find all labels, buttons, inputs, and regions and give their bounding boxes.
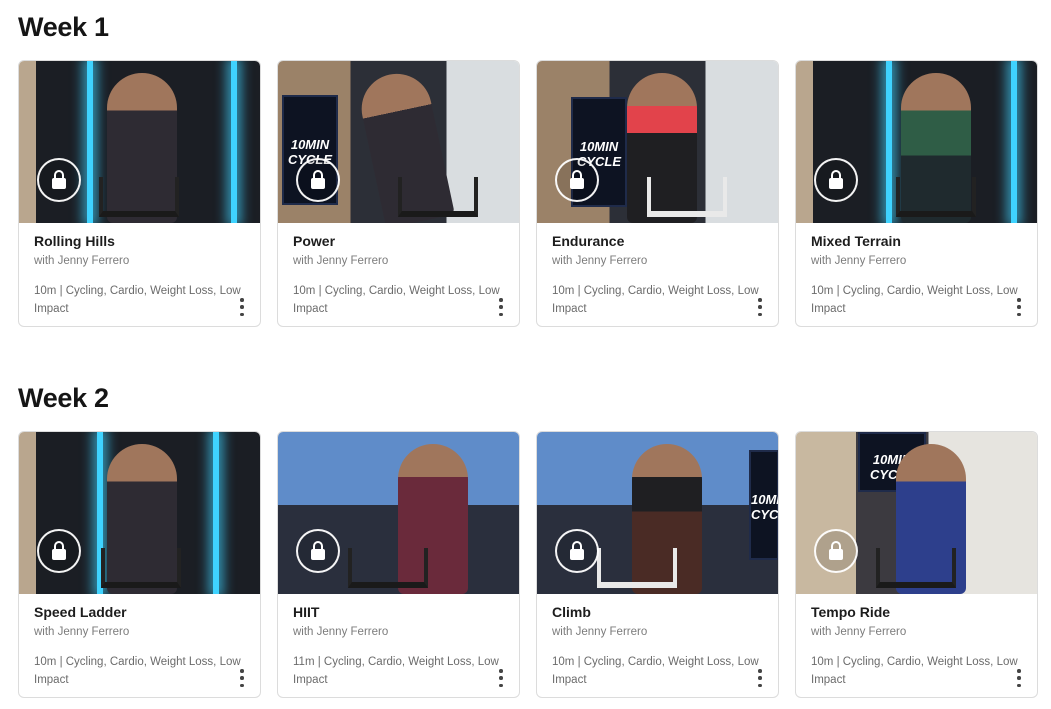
more-vertical-icon[interactable] — [238, 669, 246, 687]
workout-card[interactable]: Speed Ladder with Jenny Ferrero 10m | Cy… — [18, 431, 261, 698]
workout-card-row: Speed Ladder with Jenny Ferrero 10m | Cy… — [18, 431, 1038, 698]
workout-thumbnail[interactable] — [19, 432, 260, 594]
workout-title: Mixed Terrain — [811, 233, 901, 249]
workout-meta: 10m | Cycling, Cardio, Weight Loss, Low … — [34, 656, 241, 686]
workout-title: Climb — [552, 604, 591, 620]
workout-thumbnail[interactable] — [19, 61, 260, 223]
more-vertical-icon[interactable] — [238, 298, 246, 316]
workout-card[interactable]: 10MIN CYCLE Power with Jenny Ferrero 10m… — [277, 60, 520, 327]
workout-card[interactable]: Rolling Hills with Jenny Ferrero 10m | C… — [18, 60, 261, 327]
lock-icon — [555, 158, 599, 202]
week-section-1: Week 1 Rolling Hills with Jenny Ferrero … — [18, 9, 1048, 327]
workout-meta: 10m | Cycling, Cardio, Weight Loss, Low … — [34, 285, 241, 315]
week-title: Week 1 — [18, 12, 109, 42]
workout-card[interactable]: 10MIN CYCLE Climb with Jenny Ferrero 10m… — [536, 431, 779, 698]
workout-title: Speed Ladder — [34, 604, 127, 620]
workout-instructor: with Jenny Ferrero — [34, 626, 130, 638]
workout-thumbnail[interactable]: 10MIN CYCLE — [537, 61, 778, 223]
workout-title: Tempo Ride — [811, 604, 891, 620]
workout-instructor: with Jenny Ferrero — [293, 255, 389, 267]
workout-instructor: with Jenny Ferrero — [552, 255, 648, 267]
workout-instructor: with Jenny Ferrero — [552, 626, 648, 638]
workout-card[interactable]: HIIT with Jenny Ferrero 11m | Cycling, C… — [277, 431, 520, 698]
workout-card[interactable]: 10MIN CYCLE Endurance with Jenny Ferrero… — [536, 60, 779, 327]
workout-thumbnail[interactable]: 10MIN CYCLE — [278, 61, 519, 223]
workout-thumbnail[interactable]: 10MIN CYCLE — [537, 432, 778, 594]
workout-instructor: with Jenny Ferrero — [811, 255, 907, 267]
workout-meta: 10m | Cycling, Cardio, Weight Loss, Low … — [552, 656, 759, 686]
workout-instructor: with Jenny Ferrero — [34, 255, 130, 267]
workout-title: Rolling Hills — [34, 233, 115, 249]
lock-icon — [814, 529, 858, 573]
workout-meta: 10m | Cycling, Cardio, Weight Loss, Low … — [811, 285, 1018, 315]
thumbnail-logo: 10MIN CYCLE — [749, 450, 778, 560]
more-vertical-icon[interactable] — [497, 669, 505, 687]
week-title: Week 2 — [18, 383, 109, 413]
workout-instructor: with Jenny Ferrero — [293, 626, 389, 638]
week-section-2: Week 2 Speed Ladder with Jenny Ferrero 1… — [18, 380, 1048, 698]
lock-icon — [37, 529, 81, 573]
more-vertical-icon[interactable] — [756, 669, 764, 687]
workout-meta: 10m | Cycling, Cardio, Weight Loss, Low … — [293, 285, 500, 315]
lock-icon — [37, 158, 81, 202]
lock-icon — [555, 529, 599, 573]
workout-card[interactable]: 10MIN CYCLE Tempo Ride with Jenny Ferrer… — [795, 431, 1038, 698]
workout-title: Endurance — [552, 233, 625, 249]
more-vertical-icon[interactable] — [1015, 669, 1023, 687]
more-vertical-icon[interactable] — [1015, 298, 1023, 316]
workout-thumbnail[interactable]: 10MIN CYCLE — [796, 432, 1037, 594]
workout-title: Power — [293, 233, 336, 249]
workout-thumbnail[interactable] — [796, 61, 1037, 223]
more-vertical-icon[interactable] — [756, 298, 764, 316]
workout-title: HIIT — [293, 604, 320, 620]
lock-icon — [296, 529, 340, 573]
workout-card-row: Rolling Hills with Jenny Ferrero 10m | C… — [18, 60, 1038, 327]
workout-thumbnail[interactable] — [278, 432, 519, 594]
workout-instructor: with Jenny Ferrero — [811, 626, 907, 638]
workout-card[interactable]: Mixed Terrain with Jenny Ferrero 10m | C… — [795, 60, 1038, 327]
lock-icon — [814, 158, 858, 202]
lock-icon — [296, 158, 340, 202]
workout-meta: 10m | Cycling, Cardio, Weight Loss, Low … — [811, 656, 1018, 686]
more-vertical-icon[interactable] — [497, 298, 505, 316]
workout-meta: 10m | Cycling, Cardio, Weight Loss, Low … — [552, 285, 759, 315]
workout-meta: 11m | Cycling, Cardio, Weight Loss, Low … — [293, 656, 499, 686]
